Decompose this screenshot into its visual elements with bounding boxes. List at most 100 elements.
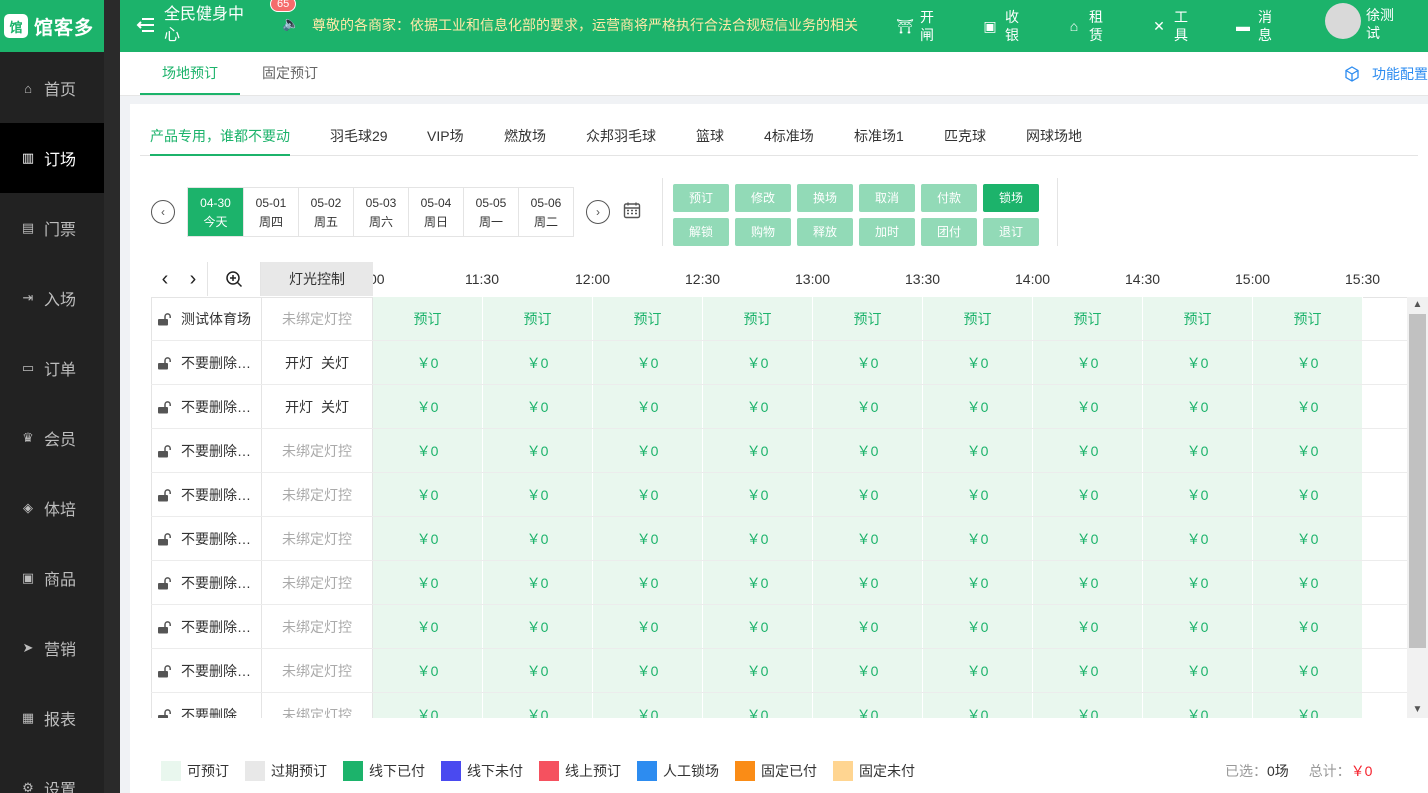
time-slot[interactable]: ￥0 (483, 649, 593, 692)
action-button-1-0[interactable]: 预订 (673, 184, 729, 212)
time-slot[interactable]: ￥0 (593, 649, 703, 692)
venue-tab-5[interactable]: 篮球 (696, 124, 724, 156)
time-slot[interactable]: ￥0 (1033, 517, 1143, 560)
light-off-button[interactable]: 关灯 (321, 353, 349, 373)
menu-toggle-icon[interactable] (136, 15, 156, 35)
time-slot[interactable]: ￥0 (813, 517, 923, 560)
action-button-2-4[interactable]: 团付 (921, 218, 977, 246)
header-button-cashier[interactable]: ▣ 收银 (981, 6, 1021, 46)
time-slot[interactable]: ￥0 (373, 561, 483, 604)
venue-tab-0[interactable]: 产品专用，谁都不要动 (150, 124, 290, 156)
action-button-1-1[interactable]: 修改 (735, 184, 791, 212)
time-slot[interactable]: ￥0 (813, 385, 923, 428)
time-slot[interactable]: 预订 (813, 297, 923, 340)
court-name-cell[interactable]: 不要删除… (151, 341, 262, 384)
time-slot[interactable]: 预订 (703, 297, 813, 340)
time-slot[interactable]: ￥0 (483, 517, 593, 560)
time-slot[interactable]: 预订 (923, 297, 1033, 340)
time-slot[interactable]: ￥0 (1253, 341, 1363, 384)
time-slot[interactable]: ￥0 (923, 473, 1033, 516)
date-cell-1[interactable]: 05-01 周四 (243, 188, 298, 236)
time-slot[interactable]: ￥0 (813, 649, 923, 692)
sidebar-item-6[interactable]: ◈ 体培 (0, 473, 104, 543)
time-slot[interactable]: ￥0 (923, 605, 1033, 648)
time-slot[interactable]: ￥0 (703, 649, 813, 692)
light-on-button[interactable]: 开灯 (285, 397, 313, 417)
time-slot[interactable]: ￥0 (813, 473, 923, 516)
unlock-icon[interactable] (157, 620, 171, 634)
venue-title[interactable]: 全民健身中心 (164, 4, 254, 46)
time-slot[interactable]: ￥0 (1253, 693, 1363, 718)
sidebar-item-0[interactable]: ⌂ 首页 (0, 53, 104, 123)
time-slot[interactable]: ￥0 (483, 605, 593, 648)
time-slot[interactable]: ￥0 (1143, 341, 1253, 384)
action-button-1-2[interactable]: 换场 (797, 184, 853, 212)
time-slot[interactable]: ￥0 (593, 605, 703, 648)
calendar-icon[interactable] (623, 201, 641, 219)
court-name-cell[interactable]: 不要删除… (151, 605, 262, 648)
logo[interactable]: 馆 馆客多 (0, 0, 120, 52)
avatar[interactable] (1325, 3, 1361, 39)
time-slot[interactable]: ￥0 (1033, 649, 1143, 692)
time-slot[interactable]: ￥0 (593, 517, 703, 560)
sidebar-item-9[interactable]: ▦ 报表 (0, 683, 104, 753)
sidebar-item-1[interactable]: ▥ 订场 (0, 123, 104, 193)
time-slot[interactable]: ￥0 (373, 429, 483, 472)
time-slot[interactable]: ￥0 (813, 341, 923, 384)
sidebar-item-5[interactable]: ♛ 会员 (0, 403, 104, 473)
time-slot[interactable]: ￥0 (1033, 341, 1143, 384)
time-slot[interactable]: ￥0 (1253, 561, 1363, 604)
court-name-cell[interactable]: 不要删除… (151, 385, 262, 428)
court-name-cell[interactable]: 不要删除… (151, 473, 262, 516)
action-button-1-3[interactable]: 取消 (859, 184, 915, 212)
header-button-message[interactable]: ▬ 消息 (1234, 6, 1274, 46)
venue-tab-6[interactable]: 4标准场 (764, 124, 814, 156)
time-slot[interactable]: ￥0 (923, 693, 1033, 718)
court-name-cell[interactable]: 不要删除… (151, 429, 262, 472)
next-date-button[interactable]: › (586, 200, 610, 224)
time-slot[interactable]: ￥0 (703, 561, 813, 604)
time-slot[interactable]: ￥0 (373, 385, 483, 428)
time-slot[interactable]: ￥0 (1253, 649, 1363, 692)
date-cell-4[interactable]: 05-04 周日 (408, 188, 463, 236)
sidebar-item-7[interactable]: ▣ 商品 (0, 543, 104, 613)
time-slot[interactable]: ￥0 (923, 649, 1033, 692)
action-button-1-4[interactable]: 付款 (921, 184, 977, 212)
action-button-2-0[interactable]: 解锁 (673, 218, 729, 246)
sidebar-item-4[interactable]: ▭ 订单 (0, 333, 104, 403)
time-slot[interactable]: ￥0 (1143, 385, 1253, 428)
time-slot[interactable]: ￥0 (813, 561, 923, 604)
grid-scrollbar[interactable]: ▲ ▼ (1407, 297, 1428, 718)
time-slot[interactable]: ￥0 (813, 693, 923, 718)
action-button-2-1[interactable]: 购物 (735, 218, 791, 246)
action-button-1-5[interactable]: 锁场 (983, 184, 1039, 212)
time-slot[interactable]: ￥0 (1253, 473, 1363, 516)
date-cell-5[interactable]: 05-05 周一 (463, 188, 518, 236)
light-on-button[interactable]: 开灯 (285, 353, 313, 373)
time-slot[interactable]: ￥0 (1143, 517, 1253, 560)
unlock-icon[interactable] (157, 444, 171, 458)
time-slot[interactable]: ￥0 (1143, 693, 1253, 718)
time-slot[interactable]: ￥0 (813, 605, 923, 648)
notice-marquee[interactable]: 尊敬的各商家：依据工业和信息化部的要求，运营商将严格执行合法合规短信业务的相关 (312, 15, 862, 35)
time-slot[interactable]: ￥0 (1143, 605, 1253, 648)
court-name-cell[interactable]: 不要删除… (151, 561, 262, 604)
venue-tab-1[interactable]: 羽毛球29 (330, 124, 388, 156)
time-slot[interactable]: 预订 (593, 297, 703, 340)
time-slot[interactable]: ￥0 (1033, 605, 1143, 648)
function-config-button[interactable]: 功能配置 (1344, 64, 1428, 84)
scroll-up-arrow[interactable]: ▲ (1407, 297, 1428, 313)
date-cell-3[interactable]: 05-03 周六 (353, 188, 408, 236)
time-slot[interactable]: 预订 (373, 297, 483, 340)
header-button-house[interactable]: ⌂ 租赁 (1065, 6, 1105, 46)
header-button-tools[interactable]: ✕ 工具 (1150, 6, 1190, 46)
action-button-2-2[interactable]: 释放 (797, 218, 853, 246)
time-slot[interactable]: ￥0 (1253, 517, 1363, 560)
time-slot[interactable]: ￥0 (373, 341, 483, 384)
user-name[interactable]: 徐测试 (1366, 6, 1398, 42)
prev-date-button[interactable]: ‹ (151, 200, 175, 224)
unlock-icon[interactable] (157, 356, 171, 370)
light-control-cell[interactable]: 开灯 关灯 (262, 341, 373, 384)
time-slot[interactable]: ￥0 (593, 385, 703, 428)
time-slot[interactable]: ￥0 (703, 385, 813, 428)
